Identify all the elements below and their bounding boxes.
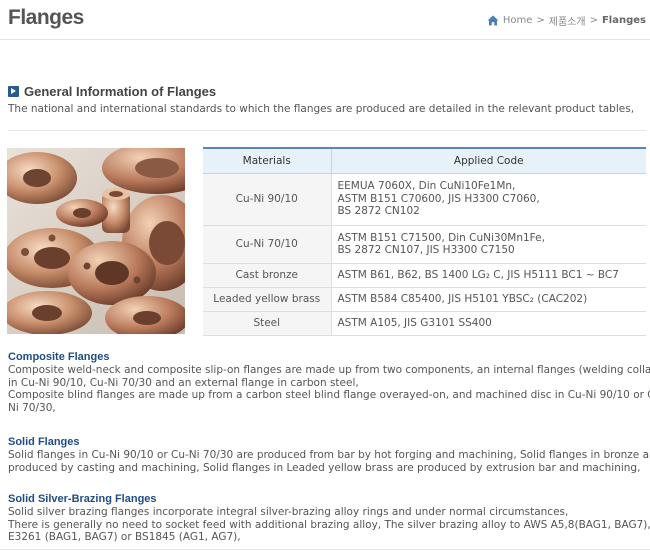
table-header-applied-code: Applied Code <box>331 147 646 174</box>
code-line: ASTM B584 C85400, JIS H5101 YBSC₂ (CAC20… <box>337 292 588 305</box>
code-line: ASTM B151 C70600, JIS H3300 C7060, <box>337 192 540 205</box>
applied-code-table: Materials Applied Code Cu-Ni 90/10 EEMUA… <box>203 147 646 336</box>
breadcrumb-home-link[interactable]: Home <box>503 15 533 26</box>
solid-flanges-text: Solid flanges in Cu-Ni 90/10 or Cu-Ni 70… <box>8 449 650 474</box>
solid-flanges-title: Solid Flanges <box>8 436 80 448</box>
code-line: ASTM B61, B62, BS 1400 LG₂ C, JIS H5111 … <box>337 268 619 281</box>
table-cell-material: Cu-Ni 90/10 <box>203 173 332 226</box>
table-cell-code: ASTM B61, B62, BS 1400 LG₂ C, JIS H5111 … <box>331 263 646 288</box>
table-cell-code: ASTM A105, JIS G3101 SS400 <box>331 311 646 336</box>
composite-flanges-title: Composite Flanges <box>8 351 110 363</box>
code-line: BS 2872 CN102 <box>337 205 420 218</box>
text-line: There is generally no need to socket fee… <box>8 518 650 531</box>
solid-flanges-section: Solid Flanges Solid flanges in Cu-Ni 90/… <box>8 436 650 474</box>
text-line: produced by casting and machining, Solid… <box>8 461 641 474</box>
silver-brazing-flanges-section: Solid Silver-Brazing Flanges Solid silve… <box>8 493 650 544</box>
section-bullet-icon <box>8 86 19 97</box>
table-row: Cu-Ni 90/10 EEMUA 7060X, Din CuNi10Fe1Mn… <box>203 173 646 226</box>
table-row: Steel ASTM A105, JIS G3101 SS400 <box>203 311 646 336</box>
table-cell-material: Leaded yellow brass <box>203 287 332 312</box>
composite-flanges-section: Composite Flanges Composite weld-neck an… <box>8 351 650 414</box>
table-cell-material: Steel <box>203 311 332 336</box>
text-line: Composite blind flanges are made up from… <box>8 389 650 401</box>
page-title: Flanges <box>8 6 84 29</box>
table-cell-code: EEMUA 7060X, Din CuNi10Fe1Mn, ASTM B151 … <box>331 173 646 226</box>
text-line: E3261 (BAG1, BAG7) or BS1845 (AG1, AG7), <box>8 531 241 543</box>
text-line: Solid silver brazing flanges incorporate… <box>8 506 569 518</box>
section-title-text: General Information of Flanges <box>24 84 217 99</box>
table-row: Cu-Ni 70/10 ASTM B151 C71500, Din CuNi30… <box>203 225 646 264</box>
silver-brazing-flanges-text: Solid silver brazing flanges incorporate… <box>8 506 650 544</box>
code-line: ASTM B151 C71500, Din CuNi30Mn1Fe, <box>337 231 545 244</box>
table-cell-code: ASTM B584 C85400, JIS H5101 YBSC₂ (CAC20… <box>331 287 646 312</box>
text-line: Solid flanges in Cu-Ni 90/10 or Cu-Ni 70… <box>8 449 650 461</box>
breadcrumb: Home > 제품소개 > Flanges <box>487 13 646 28</box>
composite-flanges-text: Composite weld-neck and composite slip-o… <box>8 364 650 414</box>
code-line: EEMUA 7060X, Din CuNi10Fe1Mn, <box>337 180 516 193</box>
breadcrumb-current: Flanges <box>601 15 646 26</box>
divider <box>8 130 646 131</box>
home-icon[interactable] <box>487 15 499 26</box>
code-line: ASTM A105, JIS G3101 SS400 <box>337 316 492 329</box>
table-row: Leaded yellow brass ASTM B584 C85400, JI… <box>203 287 646 312</box>
text-line: Composite weld-neck and composite slip-o… <box>8 364 650 376</box>
text-line: Ni 70/30, <box>8 401 56 414</box>
divider <box>0 549 650 550</box>
table-row: Cast bronze ASTM B61, B62, BS 1400 LG₂ C… <box>203 263 646 288</box>
table-cell-material: Cu-Ni 70/10 <box>203 225 332 264</box>
section-heading: General Information of Flanges <box>8 84 216 99</box>
flanges-product-photo <box>7 148 185 334</box>
table-cell-code: ASTM B151 C71500, Din CuNi30Mn1Fe, BS 28… <box>331 225 646 264</box>
section-intro: The national and international standards… <box>8 103 635 115</box>
silver-brazing-flanges-title: Solid Silver-Brazing Flanges <box>8 493 157 505</box>
table-header-row: Materials Applied Code <box>203 147 646 174</box>
table-header-materials: Materials <box>203 147 332 174</box>
text-line: in Cu-Ni 90/10, Cu-Ni 70/30 and an exter… <box>8 376 359 389</box>
code-line: BS 2872 CN107, JIS H3300 C7150 <box>337 244 515 256</box>
page-header: Flanges Home > 제품소개 > Flanges <box>0 0 650 40</box>
breadcrumb-separator: > <box>589 15 598 26</box>
breadcrumb-category-link[interactable]: 제품소개 <box>549 13 586 28</box>
table-cell-material: Cast bronze <box>203 263 332 288</box>
breadcrumb-separator: > <box>536 15 545 26</box>
